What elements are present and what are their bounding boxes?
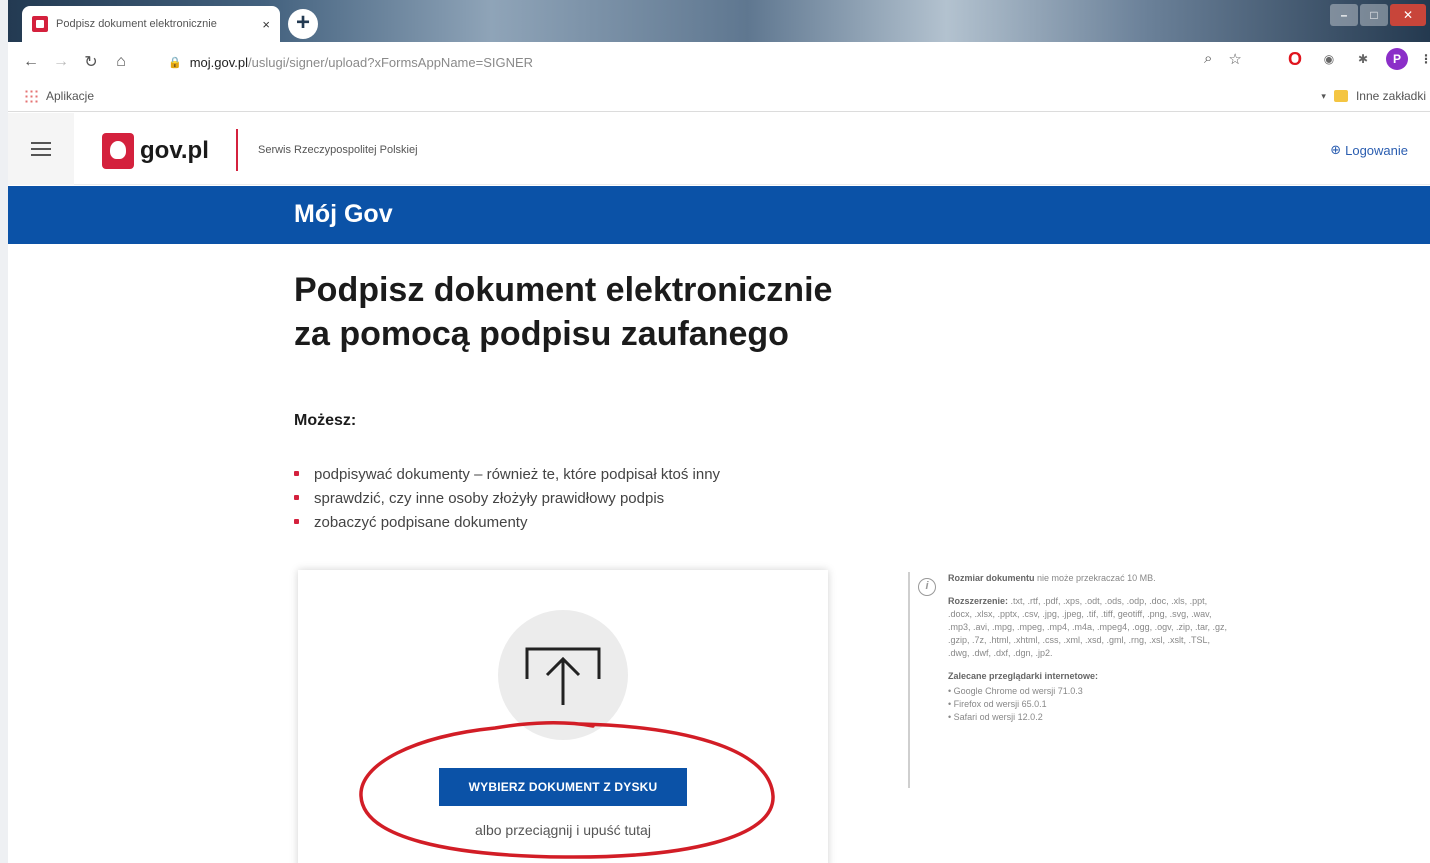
zoom-icon[interactable]: ⌕ — [1204, 50, 1212, 68]
url-path: /uslugi/signer/upload?xFormsAppName=SIGN… — [248, 54, 534, 70]
maximize-button[interactable]: □ — [1360, 4, 1388, 26]
upload-icon — [525, 647, 601, 705]
home-icon[interactable]: ⌂ — [106, 53, 136, 71]
reload-icon[interactable]: ↻ — [76, 52, 106, 72]
service-banner: Mój Gov — [8, 186, 1430, 244]
extension-icon[interactable]: ◉ — [1318, 48, 1340, 70]
gov-logo[interactable]: gov.pl — [102, 133, 209, 169]
window-controls: – □ ✕ — [1330, 4, 1426, 26]
browser-tab[interactable]: Podpisz dokument elektronicznie × — [22, 6, 280, 42]
login-link[interactable]: ⊕ Logowanie — [1330, 142, 1408, 158]
site-header: gov.pl Serwis Rzeczypospolitej Polskiej … — [8, 113, 1430, 185]
capabilities-heading: Możesz: — [294, 412, 357, 429]
new-tab-button[interactable]: + — [288, 9, 318, 39]
back-icon[interactable]: ← — [16, 53, 46, 71]
list-item: sprawdzić, czy inne osoby złożyły prawid… — [294, 487, 720, 511]
opera-icon[interactable]: O — [1284, 48, 1306, 70]
omnibox-actions: ⌕ ☆ — [1204, 50, 1242, 68]
extension-requirement: Rozszerzenie: .txt, .rtf, .pdf, .xps, .o… — [948, 595, 1228, 660]
browser-tab-bar: Podpisz dokument elektronicznie × + – □ … — [8, 0, 1430, 42]
extensions: O ◉ ✱ P ⋮ — [1284, 48, 1430, 70]
browser-toolbar: ← → ↻ ⌂ 🔒 moj.gov.pl/uslugi/signer/uploa… — [8, 42, 1430, 82]
requirements-info: i Rozmiar dokumentu nie może przekraczać… — [908, 572, 1228, 788]
minimize-button[interactable]: – — [1330, 4, 1358, 26]
url-text: moj.gov.pl/uslugi/signer/upload?xFormsAp… — [190, 55, 533, 70]
browsers-heading: Zalecane przeglądarki internetowe: — [948, 670, 1228, 683]
page-title: Podpisz dokument elektronicznie za pomoc… — [294, 268, 994, 356]
browsers-label: Zalecane przeglądarki internetowe: — [948, 671, 1099, 681]
tab-close-icon[interactable]: × — [262, 17, 270, 32]
lock-icon: 🔒 — [168, 56, 182, 69]
apps-label: Aplikacje — [46, 89, 95, 103]
size-text: nie może przekraczać 10 MB. — [1037, 573, 1156, 583]
login-label: Logowanie — [1345, 142, 1408, 158]
list-item: • Google Chrome od wersji 71.0.3 — [948, 686, 1083, 696]
logo-text: gov.pl — [140, 137, 209, 164]
site-tagline: Serwis Rzeczypospolitej Polskiej — [258, 144, 418, 156]
apps-grid-icon — [24, 89, 38, 103]
eagle-emblem-icon — [102, 133, 134, 169]
more-menu-icon[interactable]: ⋮ — [1420, 48, 1430, 70]
user-icon: ⊕ — [1330, 142, 1342, 157]
forward-icon[interactable]: → — [46, 53, 76, 71]
apps-shortcut[interactable]: Aplikacje — [24, 89, 94, 103]
list-item: zobaczyć podpisane dokumenty — [294, 511, 720, 535]
bookmark-star-icon[interactable]: ☆ — [1228, 50, 1241, 68]
address-bar[interactable]: 🔒 moj.gov.pl/uslugi/signer/upload?xForms… — [168, 48, 1248, 76]
page-title-line-1: Podpisz dokument elektronicznie — [294, 271, 833, 309]
size-requirement: Rozmiar dokumentu nie może przekraczać 1… — [948, 572, 1228, 585]
close-window-button[interactable]: ✕ — [1390, 4, 1426, 26]
banner-title: Mój Gov — [294, 200, 393, 228]
other-bookmarks[interactable]: ▾ Inne zakładki — [1321, 89, 1426, 103]
puzzle-icon[interactable]: ✱ — [1352, 48, 1374, 70]
favicon-icon — [32, 16, 48, 32]
profile-avatar-icon[interactable]: P — [1386, 48, 1408, 70]
page-title-line-2: za pomocą podpisu zaufanego — [294, 315, 789, 353]
red-annotation-circle — [359, 721, 775, 859]
list-item: • Safari od wersji 12.0.2 — [948, 712, 1043, 722]
folder-icon — [1333, 90, 1348, 102]
other-bookmarks-label: Inne zakładki — [1355, 89, 1426, 103]
hamburger-icon — [31, 142, 51, 156]
bookmarks-bar: Aplikacje ▾ Inne zakładki — [8, 82, 1430, 112]
size-label: Rozmiar dokumentu — [948, 573, 1035, 583]
capabilities-list: podpisywać dokumenty – również te, które… — [294, 463, 720, 535]
window-edge — [0, 0, 8, 863]
hamburger-menu-button[interactable] — [8, 113, 74, 185]
extensions-label: Rozszerzenie: — [948, 596, 1009, 606]
list-item: • Firefox od wersji 65.0.1 — [948, 699, 1047, 709]
tab-title: Podpisz dokument elektronicznie — [56, 18, 217, 30]
list-item: podpisywać dokumenty – również te, które… — [294, 463, 720, 487]
logo-divider — [236, 129, 238, 171]
info-icon: i — [918, 578, 936, 596]
url-host: moj.gov.pl — [189, 54, 248, 70]
chevron-down-icon: ▾ — [1321, 90, 1326, 101]
